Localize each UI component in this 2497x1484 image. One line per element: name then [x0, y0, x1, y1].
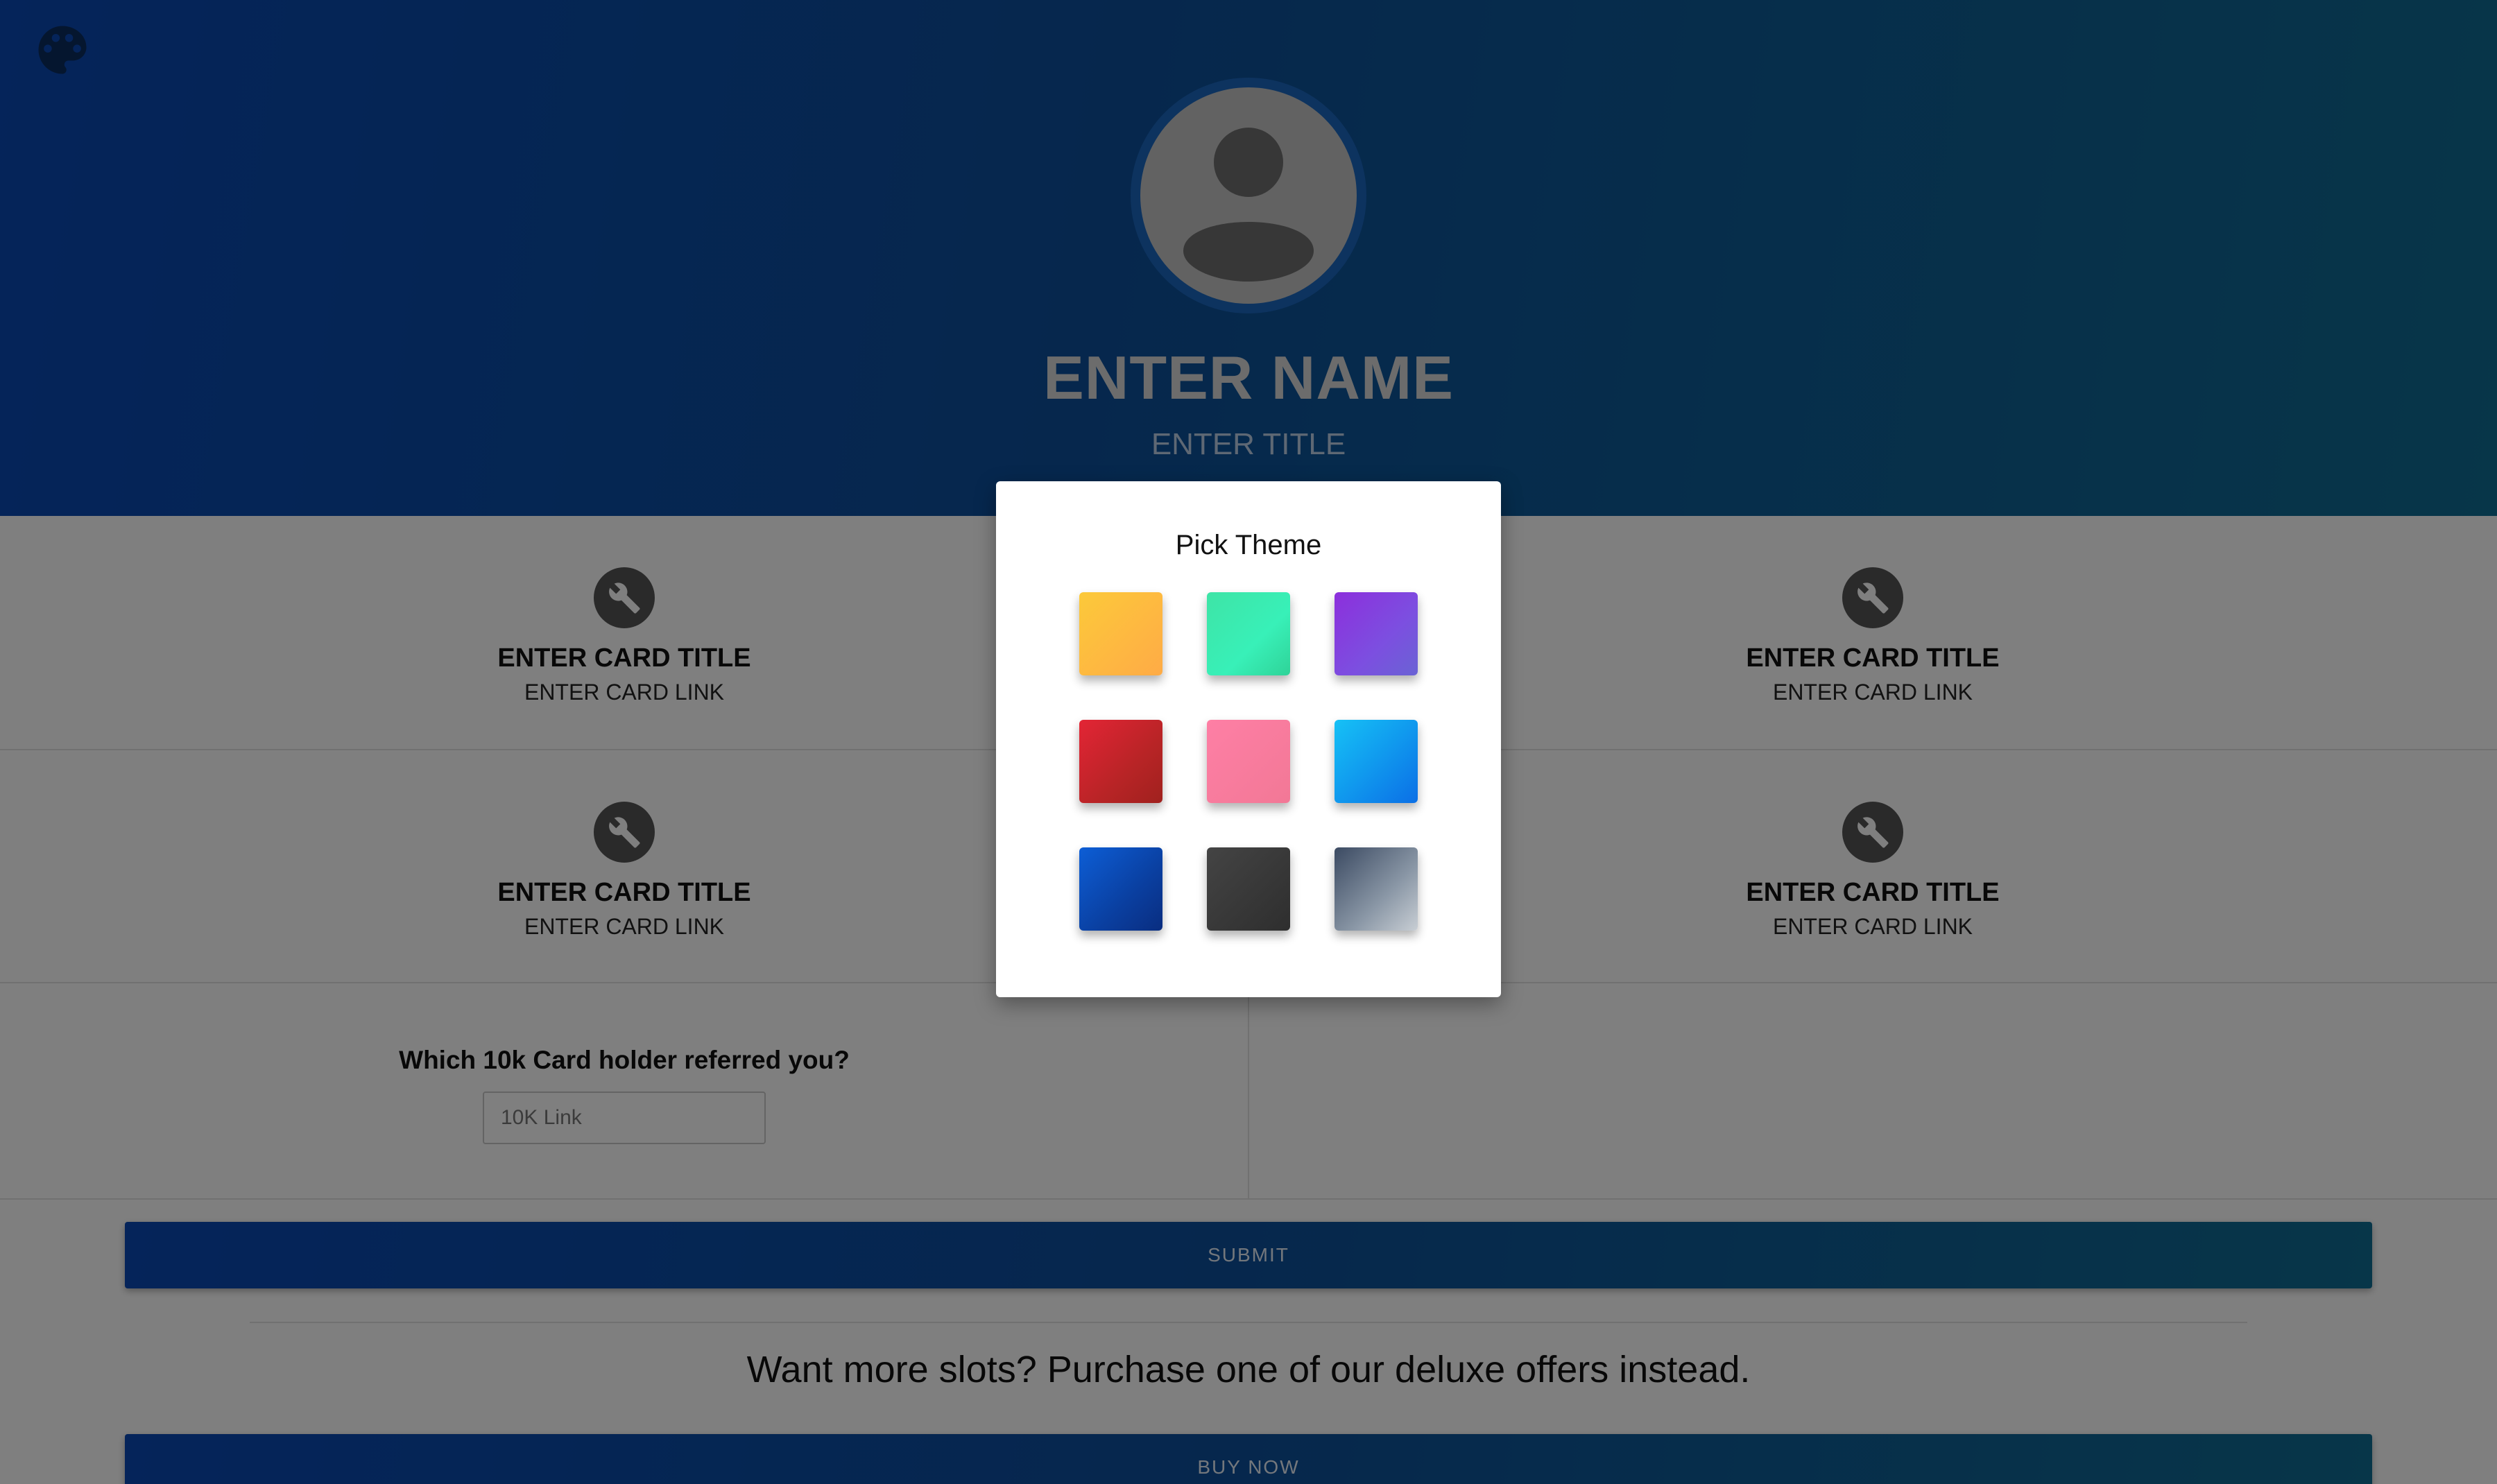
theme-picker-dialog: Pick Theme	[996, 481, 1501, 997]
theme-swatch-pink[interactable]	[1207, 720, 1290, 803]
dialog-title: Pick Theme	[1175, 530, 1322, 560]
theme-swatch-yellow[interactable]	[1079, 592, 1162, 675]
theme-swatch-blue[interactable]	[1079, 847, 1162, 931]
page: ENTER NAME ENTER TITLE ENTER CARD TITLE …	[0, 0, 2497, 1484]
theme-swatch-purple[interactable]	[1335, 592, 1418, 675]
theme-swatch-slate[interactable]	[1335, 847, 1418, 931]
theme-swatch-mint[interactable]	[1207, 592, 1290, 675]
theme-swatch-dark[interactable]	[1207, 847, 1290, 931]
theme-swatch-sky-blue[interactable]	[1335, 720, 1418, 803]
theme-swatch-red[interactable]	[1079, 720, 1162, 803]
